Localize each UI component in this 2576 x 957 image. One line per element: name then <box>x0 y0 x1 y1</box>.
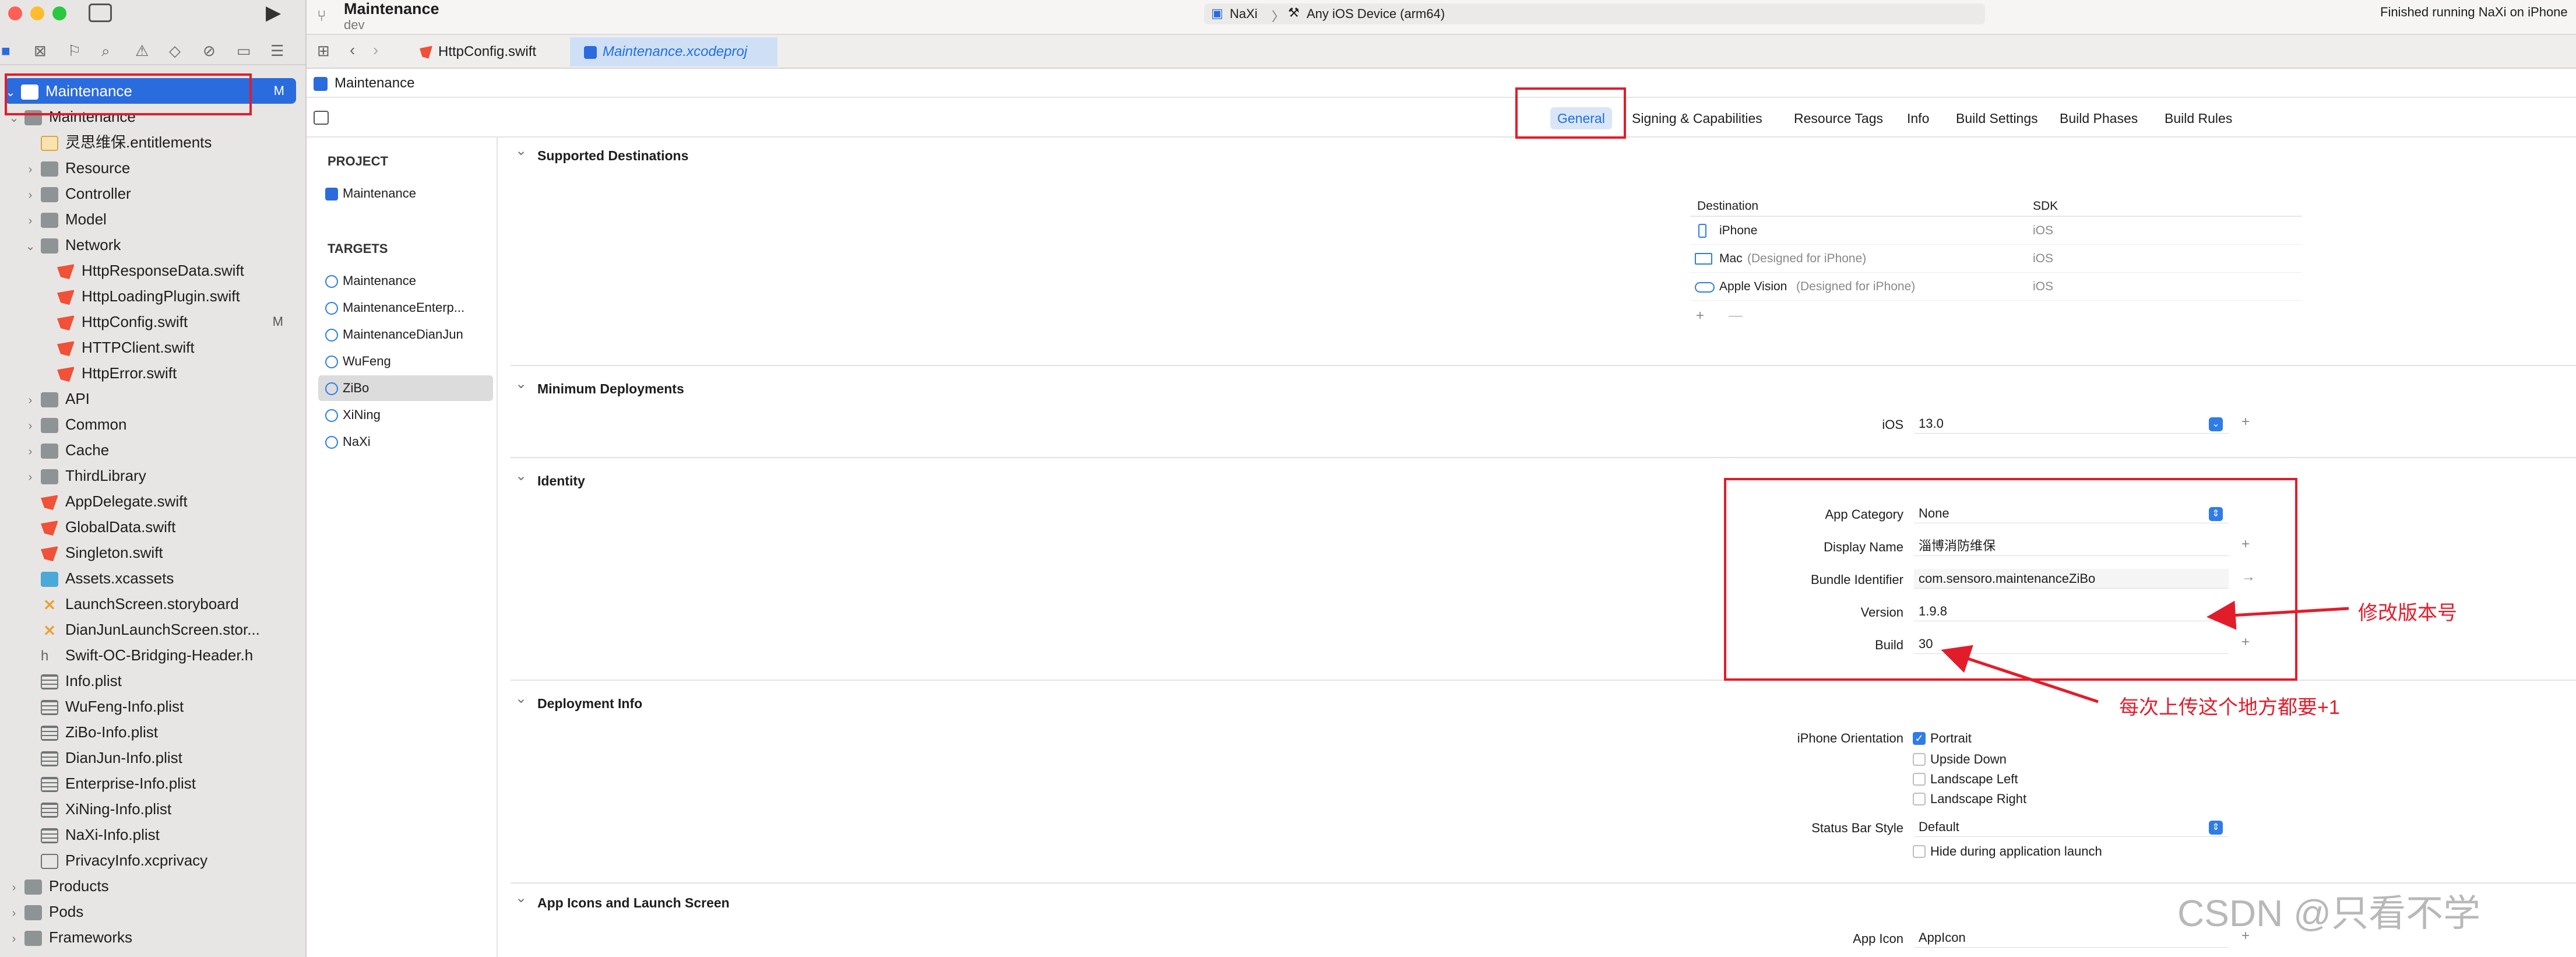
annotation-arrows <box>1941 600 2349 703</box>
arrow-to-build <box>1941 645 2099 703</box>
arrow-to-version <box>2207 600 2349 630</box>
annotation-version: 修改版本号 <box>2358 602 2457 624</box>
watermark: CSDN @只看不学 <box>2177 892 2481 934</box>
annotation-build: 每次上传这个地方都要+1 <box>2119 696 2340 719</box>
